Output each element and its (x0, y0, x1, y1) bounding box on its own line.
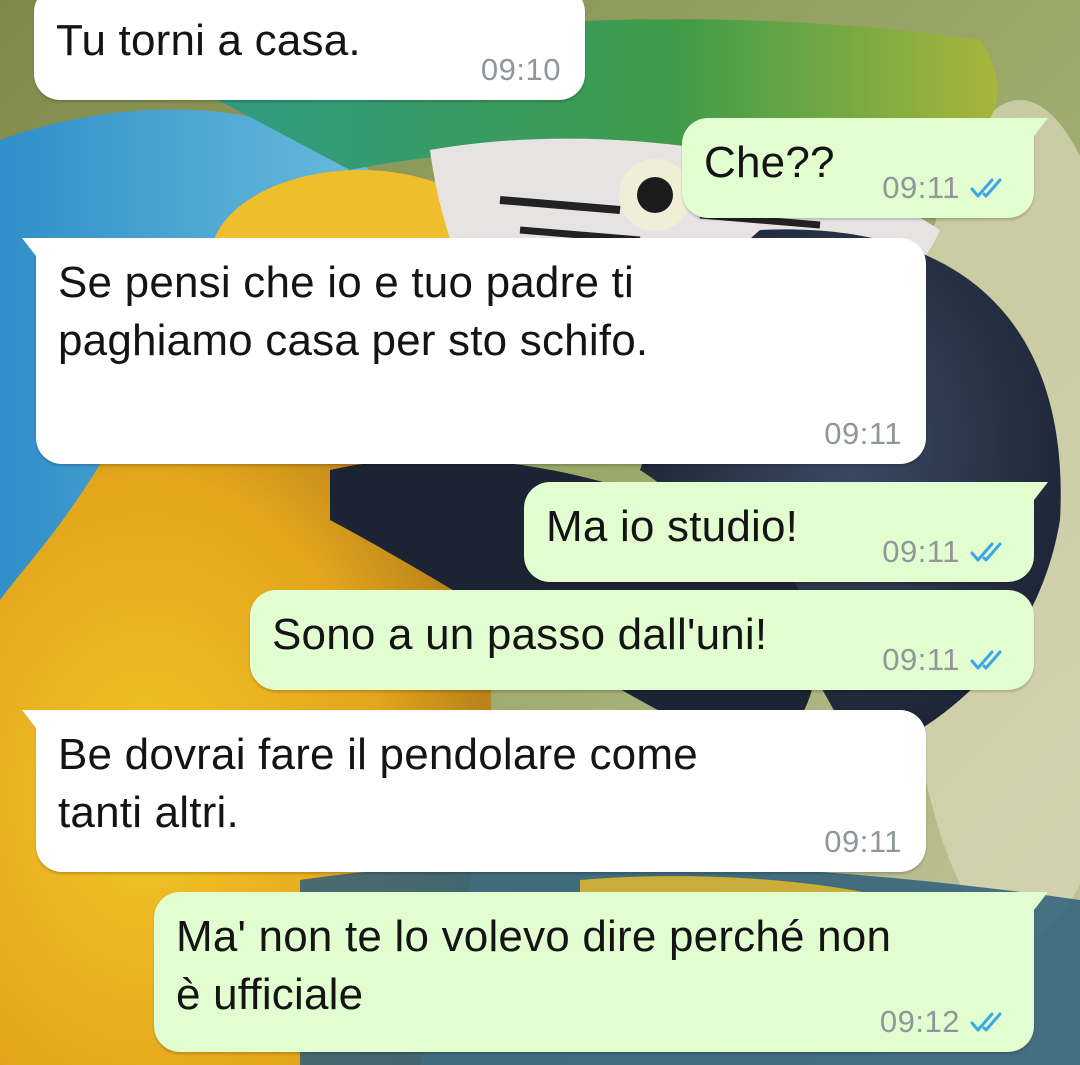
outgoing-message[interactable]: Ma' non te lo volevo dire perché non è u… (154, 892, 1048, 1052)
read-receipt-icon (970, 542, 1002, 562)
message-time: 09:11 (824, 416, 902, 451)
message-text: Se pensi che io e tuo padre ti paghiamo … (58, 258, 649, 365)
message-text: Che?? (704, 138, 835, 187)
message-meta: 09:11 (824, 416, 902, 452)
message-time: 09:10 (480, 52, 561, 87)
message-time: 09:11 (882, 642, 960, 677)
message-meta: 09:11 (882, 170, 1010, 206)
message-meta: 09:10 (481, 52, 561, 88)
message-time: 09:11 (882, 534, 960, 569)
message-time: 09:11 (882, 170, 960, 205)
message-meta: 09:11 (824, 824, 902, 860)
outgoing-message[interactable]: Che?? 09:11 (682, 118, 1048, 218)
message-text: Ma io studio! (546, 502, 799, 551)
message-text: Be dovrai fare il pendolare come tanti a… (58, 730, 698, 837)
message-meta: 09:12 (880, 1004, 1010, 1040)
message-meta: 09:11 (882, 534, 1010, 570)
incoming-message[interactable]: Se pensi che io e tuo padre ti paghiamo … (22, 238, 926, 464)
message-time: 09:12 (879, 1004, 960, 1039)
read-receipt-icon (970, 1012, 1002, 1032)
message-time: 09:11 (824, 824, 902, 859)
outgoing-message[interactable]: Sono a un passo dall'uni! 09:11 (250, 590, 1034, 690)
incoming-message[interactable]: Be dovrai fare il pendolare come tanti a… (22, 710, 926, 872)
message-list: Tu torni a casa. 09:10 Che?? 09:11 Se pe… (0, 0, 1080, 1065)
incoming-message[interactable]: Tu torni a casa. 09:10 (34, 0, 585, 100)
message-text: Tu torni a casa. (56, 16, 361, 65)
outgoing-message[interactable]: Ma io studio! 09:11 (524, 482, 1048, 582)
message-text: Ma' non te lo volevo dire perché non è u… (176, 912, 892, 1019)
read-receipt-icon (970, 650, 1002, 670)
message-meta: 09:11 (882, 642, 1010, 678)
message-text: Sono a un passo dall'uni! (272, 610, 768, 659)
read-receipt-icon (970, 178, 1002, 198)
